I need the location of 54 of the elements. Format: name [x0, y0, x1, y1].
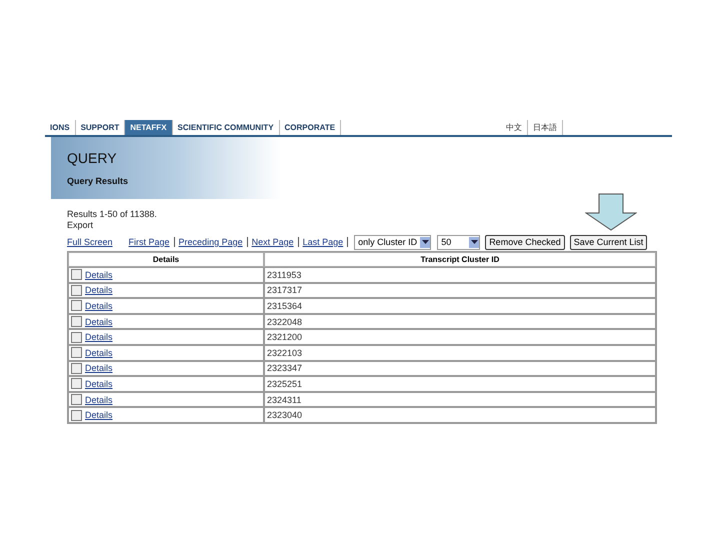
page-size-select[interactable]: 50: [437, 234, 480, 250]
action-button[interactable]: Save Current List: [570, 234, 648, 250]
table-cell: 2321200: [264, 329, 656, 345]
language-link[interactable]: 日本語: [528, 120, 564, 135]
nav-tab[interactable]: SCIENTIFIC COMMUNITY: [172, 120, 280, 135]
row-checkbox[interactable]: [71, 347, 82, 358]
details-link[interactable]: Details: [85, 270, 113, 280]
pager-link[interactable]: First Page: [124, 237, 175, 247]
table-cell: 2317317: [264, 282, 656, 298]
row-checkbox[interactable]: [71, 284, 82, 296]
nav-tab[interactable]: NETAFFX: [125, 120, 173, 135]
row-checkbox[interactable]: [71, 378, 82, 390]
details-link[interactable]: Details: [85, 410, 113, 420]
pager-link[interactable]: Last Page: [298, 237, 348, 247]
sort-select[interactable]: only Cluster ID: [354, 234, 432, 250]
table-cell: 2315364: [264, 298, 656, 314]
table-cell: 2323347: [264, 360, 656, 376]
nav-tab[interactable]: CORPORATE: [280, 120, 342, 135]
table-cell: 2325251: [264, 376, 656, 392]
details-link[interactable]: Details: [85, 332, 113, 342]
row-checkbox[interactable]: [71, 410, 82, 421]
details-link[interactable]: Details: [85, 378, 113, 389]
details-link[interactable]: Details: [85, 394, 113, 405]
banner-title: QUERY: [67, 150, 118, 166]
row-checkbox[interactable]: [71, 332, 82, 343]
pager-link[interactable]: Preceding Page: [174, 237, 248, 247]
row-checkbox[interactable]: [71, 394, 82, 406]
table-cell: 2322048: [264, 314, 656, 330]
caret-icon: [420, 236, 430, 248]
banner-subtitle: Query Results: [67, 176, 130, 186]
details-link[interactable]: Details: [85, 348, 113, 358]
pager-link[interactable]: Full Screen: [67, 237, 117, 247]
row-checkbox[interactable]: [71, 300, 82, 312]
column-header: Transcript Cluster ID: [264, 252, 656, 267]
details-link[interactable]: Details: [85, 300, 113, 311]
table-cell: 2322103: [264, 344, 656, 361]
details-link[interactable]: Details: [85, 316, 113, 327]
action-button[interactable]: Remove Checked: [485, 234, 565, 250]
language-link[interactable]: 中文: [501, 120, 528, 135]
table-cell: 2323040: [264, 407, 656, 423]
caret-icon: [469, 236, 480, 248]
results-summary: Results 1-50 of 11388.: [67, 209, 158, 220]
down-arrow-icon: [585, 193, 637, 231]
export-link[interactable]: Export: [67, 220, 672, 231]
nav-tab[interactable]: IONS: [45, 120, 76, 135]
pager-link[interactable]: Next Page: [248, 237, 299, 247]
details-link[interactable]: Details: [85, 285, 113, 296]
details-link[interactable]: Details: [85, 363, 113, 374]
column-header: Details: [68, 252, 264, 267]
row-checkbox[interactable]: [71, 316, 82, 328]
row-checkbox[interactable]: [71, 269, 82, 280]
table-cell: 2324311: [264, 392, 656, 408]
row-checkbox[interactable]: [71, 362, 82, 374]
table-cell: 2311953: [264, 267, 656, 283]
